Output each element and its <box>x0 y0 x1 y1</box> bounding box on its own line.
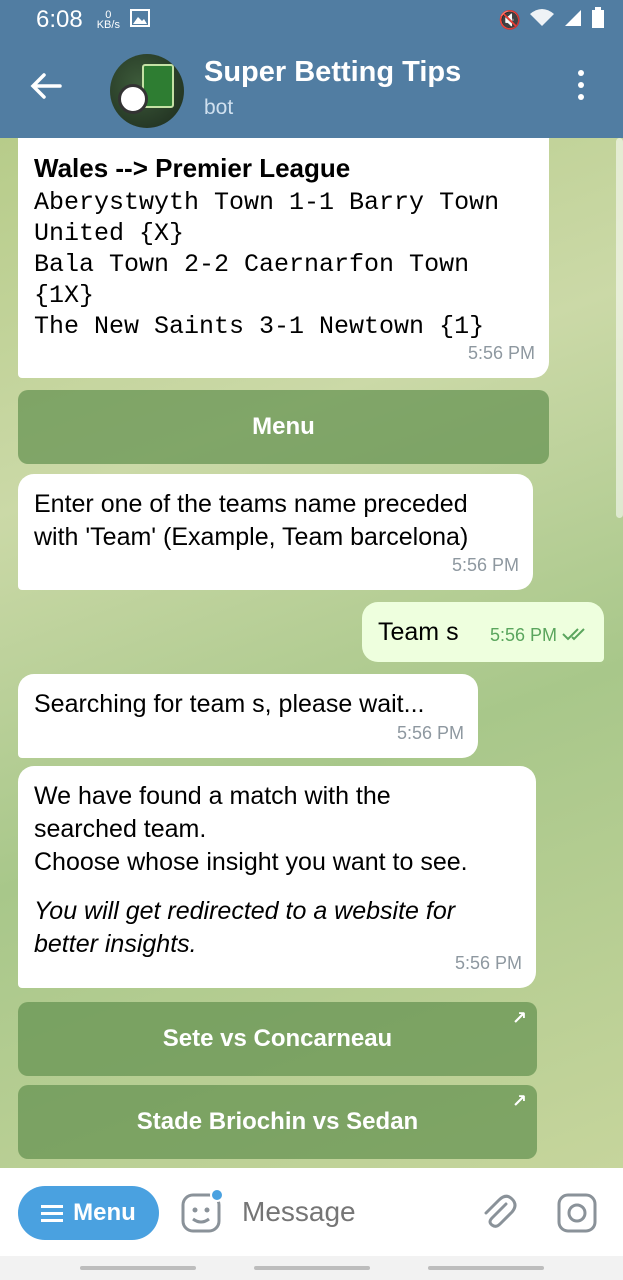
chat-title[interactable]: Super Betting Tips <box>204 56 461 89</box>
league-heading: Wales --> Premier League <box>34 153 351 183</box>
battery-icon <box>591 6 605 34</box>
message-time: 5:56 PM <box>396 723 464 743</box>
menu-keyboard-label: Menu <box>252 413 315 440</box>
camera-icon[interactable] <box>556 1192 598 1234</box>
external-link-icon: ↗ <box>511 1091 527 1111</box>
message-time: 5:56 PM <box>454 953 522 973</box>
wifi-icon <box>529 8 555 33</box>
nav-back-handle[interactable] <box>428 1266 544 1270</box>
avatar-ball-graphic <box>118 84 148 114</box>
message-bubble-results[interactable]: Wales --> Premier League Aberystwyth Tow… <box>18 138 549 378</box>
chat-subtitle: bot <box>204 96 234 119</box>
message-bubble-match-found[interactable]: We have found a match with the searched … <box>18 766 536 988</box>
double-check-icon <box>562 625 590 645</box>
message-bubble-outgoing[interactable]: Team s 5:56 PM <box>362 602 604 662</box>
message-time: 5:56 PM <box>489 625 557 645</box>
more-vert-icon[interactable] <box>566 70 596 110</box>
message-italic-note: You will get redirected to a website for… <box>34 897 456 958</box>
bot-menu-button[interactable]: Menu <box>18 1186 159 1240</box>
inline-button-label: Stade Briochin vs Sedan <box>136 1108 419 1135</box>
chat-header: Super Betting Tips bot <box>0 40 623 138</box>
inline-button-briochin-sedan[interactable]: Stade Briochin vs Sedan ↗ <box>18 1085 537 1159</box>
system-nav-bar <box>0 1256 623 1280</box>
message-bubble-searching[interactable]: Searching for team s, please wait... 5:5… <box>18 674 478 758</box>
message-text-line: Choose whose insight you want to see. <box>34 848 468 876</box>
message-text-line: We have found a match with the <box>34 782 391 810</box>
speed-unit: KB/s <box>96 19 120 31</box>
message-text: Enter one of the teams name preceded wit… <box>34 490 469 551</box>
result-line: Bala Town 2-2 Caernarfon Town <box>34 250 470 279</box>
bot-menu-label: Menu <box>73 1199 136 1226</box>
external-link-icon: ↗ <box>511 1008 527 1028</box>
hamburger-icon <box>41 1201 64 1226</box>
message-input[interactable] <box>242 1196 452 1228</box>
result-line: Aberystwyth Town 1-1 Barry Town <box>34 188 500 217</box>
status-bar: 6:08 0 KB/s 🔇 <box>0 0 623 40</box>
menu-keyboard-button[interactable]: Menu <box>18 390 549 464</box>
inline-button-sete-concarneau[interactable]: Sete vs Concarneau ↗ <box>18 1002 537 1076</box>
scrollbar[interactable] <box>616 138 623 518</box>
message-time: 5:56 PM <box>467 343 535 363</box>
bot-avatar[interactable] <box>110 54 184 128</box>
message-composer: Menu <box>0 1168 623 1256</box>
network-speed: 0 KB/s <box>96 10 120 31</box>
chat-area[interactable]: Wales --> Premier League Aberystwyth Tow… <box>0 138 623 1168</box>
inline-button-label: Sete vs Concarneau <box>162 1025 393 1052</box>
signal-icon <box>563 8 583 33</box>
nav-home-handle[interactable] <box>254 1266 370 1270</box>
image-icon <box>129 6 150 34</box>
sticker-notification-dot <box>210 1188 224 1202</box>
message-bubble-instructions[interactable]: Enter one of the teams name preceded wit… <box>18 474 533 590</box>
status-time: 6:08 <box>36 6 83 33</box>
back-arrow-icon[interactable] <box>26 66 66 106</box>
message-time: 5:56 PM <box>451 555 519 575</box>
result-line: United {X} <box>34 219 185 248</box>
message-time-outgoing: 5:56 PM <box>490 619 590 652</box>
result-line: The New Saints 3-1 Newtown {1} <box>34 312 485 341</box>
mute-icon: 🔇 <box>498 9 521 30</box>
result-line: {1X} <box>34 281 95 310</box>
paperclip-icon[interactable] <box>478 1192 518 1232</box>
nav-recents-handle[interactable] <box>80 1266 196 1270</box>
message-text-line: searched team. <box>34 815 207 843</box>
